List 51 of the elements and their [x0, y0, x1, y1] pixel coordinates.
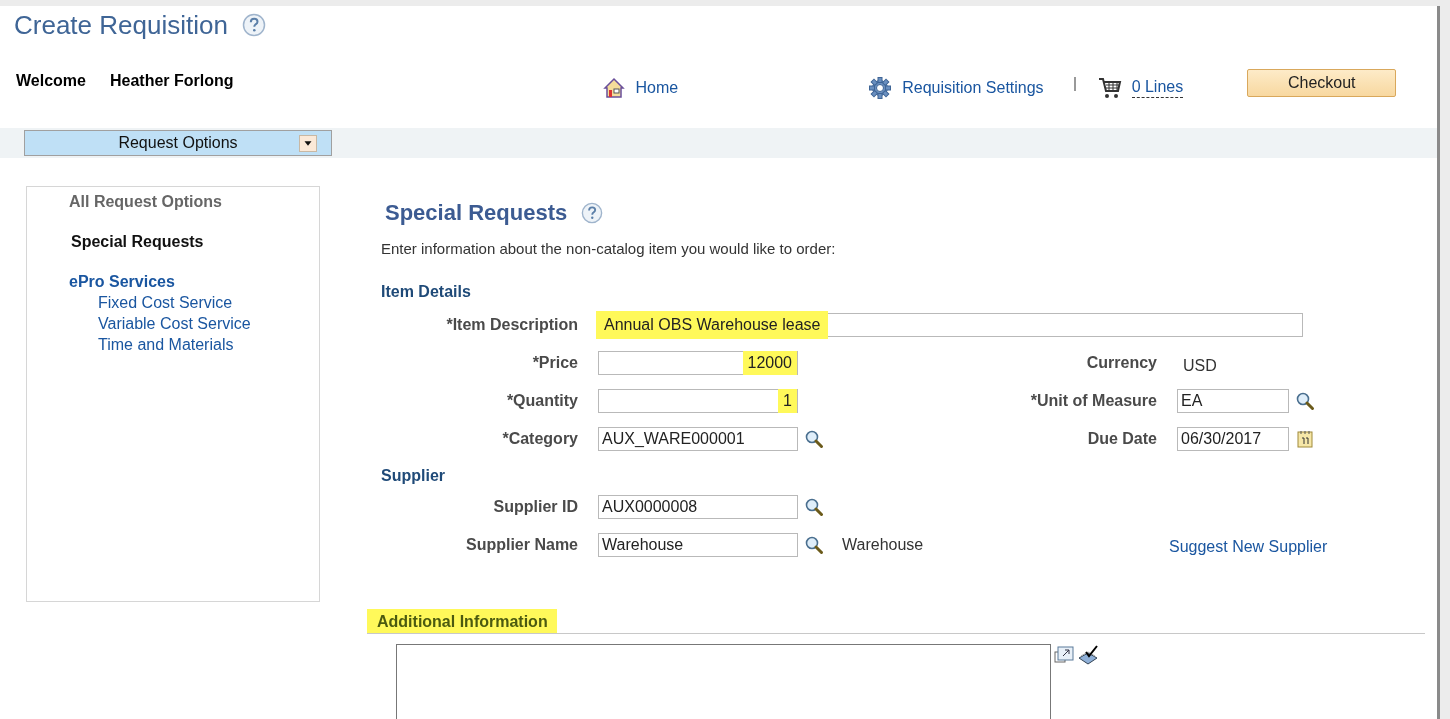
calendar-icon[interactable]: [1295, 429, 1315, 449]
currency-value: USD: [1182, 357, 1217, 375]
field-label: Supplier ID: [493, 498, 578, 515]
field-label: *Quantity: [506, 392, 578, 409]
search-icon[interactable]: [804, 429, 824, 449]
house-icon[interactable]: [601, 76, 626, 100]
field-label: *Unit of Measure: [1030, 392, 1157, 409]
request-options-dropdown[interactable]: Request Options: [24, 130, 332, 156]
date-field[interactable]: 06/30/2017: [1177, 427, 1289, 451]
checkout-button[interactable]: Checkout: [1247, 69, 1397, 97]
welcome-label: Welcome: [16, 72, 86, 90]
cart-lines-link[interactable]: 0 Lines: [1131, 78, 1184, 98]
search-icon[interactable]: [804, 497, 824, 517]
section-title: Special Requests: [385, 200, 568, 226]
group-title: Item Details: [381, 283, 471, 300]
field-label: Supplier Name: [465, 536, 578, 553]
sidebar-link[interactable]: Time and Materials: [98, 336, 319, 354]
caret-icon: [299, 135, 317, 152]
gear-icon[interactable]: [868, 76, 893, 100]
page-title: Create Requisition: [14, 9, 228, 41]
section-heading: Additional Information: [367, 609, 557, 633]
search-icon[interactable]: [1295, 391, 1315, 411]
field-label: *Price: [532, 354, 578, 371]
input-field[interactable]: Annual OBS Warehouse lease: [598, 313, 1303, 337]
field-label: Due Date: [1087, 430, 1157, 447]
spellcheck-icon[interactable]: [1077, 644, 1099, 666]
nav-link[interactable]: Requisition Settings: [902, 79, 1044, 97]
nav-link[interactable]: Home: [635, 79, 679, 97]
supplier-name-text: Warehouse: [842, 536, 924, 554]
field-label: *Item Description: [446, 316, 578, 333]
suggest-supplier-link[interactable]: Suggest New Supplier: [1169, 538, 1328, 556]
cart-icon[interactable]: [1097, 76, 1122, 100]
instructions-text: Enter information about the non-catalog item you would like to order:: [380, 240, 837, 257]
input-field[interactable]: EA: [1177, 389, 1289, 413]
sidebar-link[interactable]: Fixed Cost Service: [98, 294, 319, 312]
sidebar-group-link[interactable]: ePro Services: [69, 273, 319, 291]
search-icon[interactable]: [804, 535, 824, 555]
help-icon[interactable]: [581, 202, 604, 224]
input-field[interactable]: 1: [598, 389, 798, 413]
sidebar-item[interactable]: Special Requests: [71, 233, 319, 251]
user-name: Heather Forlong: [109, 72, 234, 90]
field-label: *Category: [502, 430, 578, 447]
input-field[interactable]: 12000: [598, 351, 798, 375]
help-icon[interactable]: [241, 13, 266, 37]
input-field[interactable]: Warehouse: [598, 533, 798, 557]
input-field[interactable]: AUX0000008: [598, 495, 798, 519]
sidebar-heading[interactable]: All Request Options: [69, 193, 319, 211]
input-field[interactable]: AUX_WARE000001: [598, 427, 798, 451]
sidebar-link[interactable]: Variable Cost Service: [98, 315, 319, 333]
group-title: Supplier: [381, 467, 445, 484]
field-label: Currency: [1086, 354, 1157, 371]
